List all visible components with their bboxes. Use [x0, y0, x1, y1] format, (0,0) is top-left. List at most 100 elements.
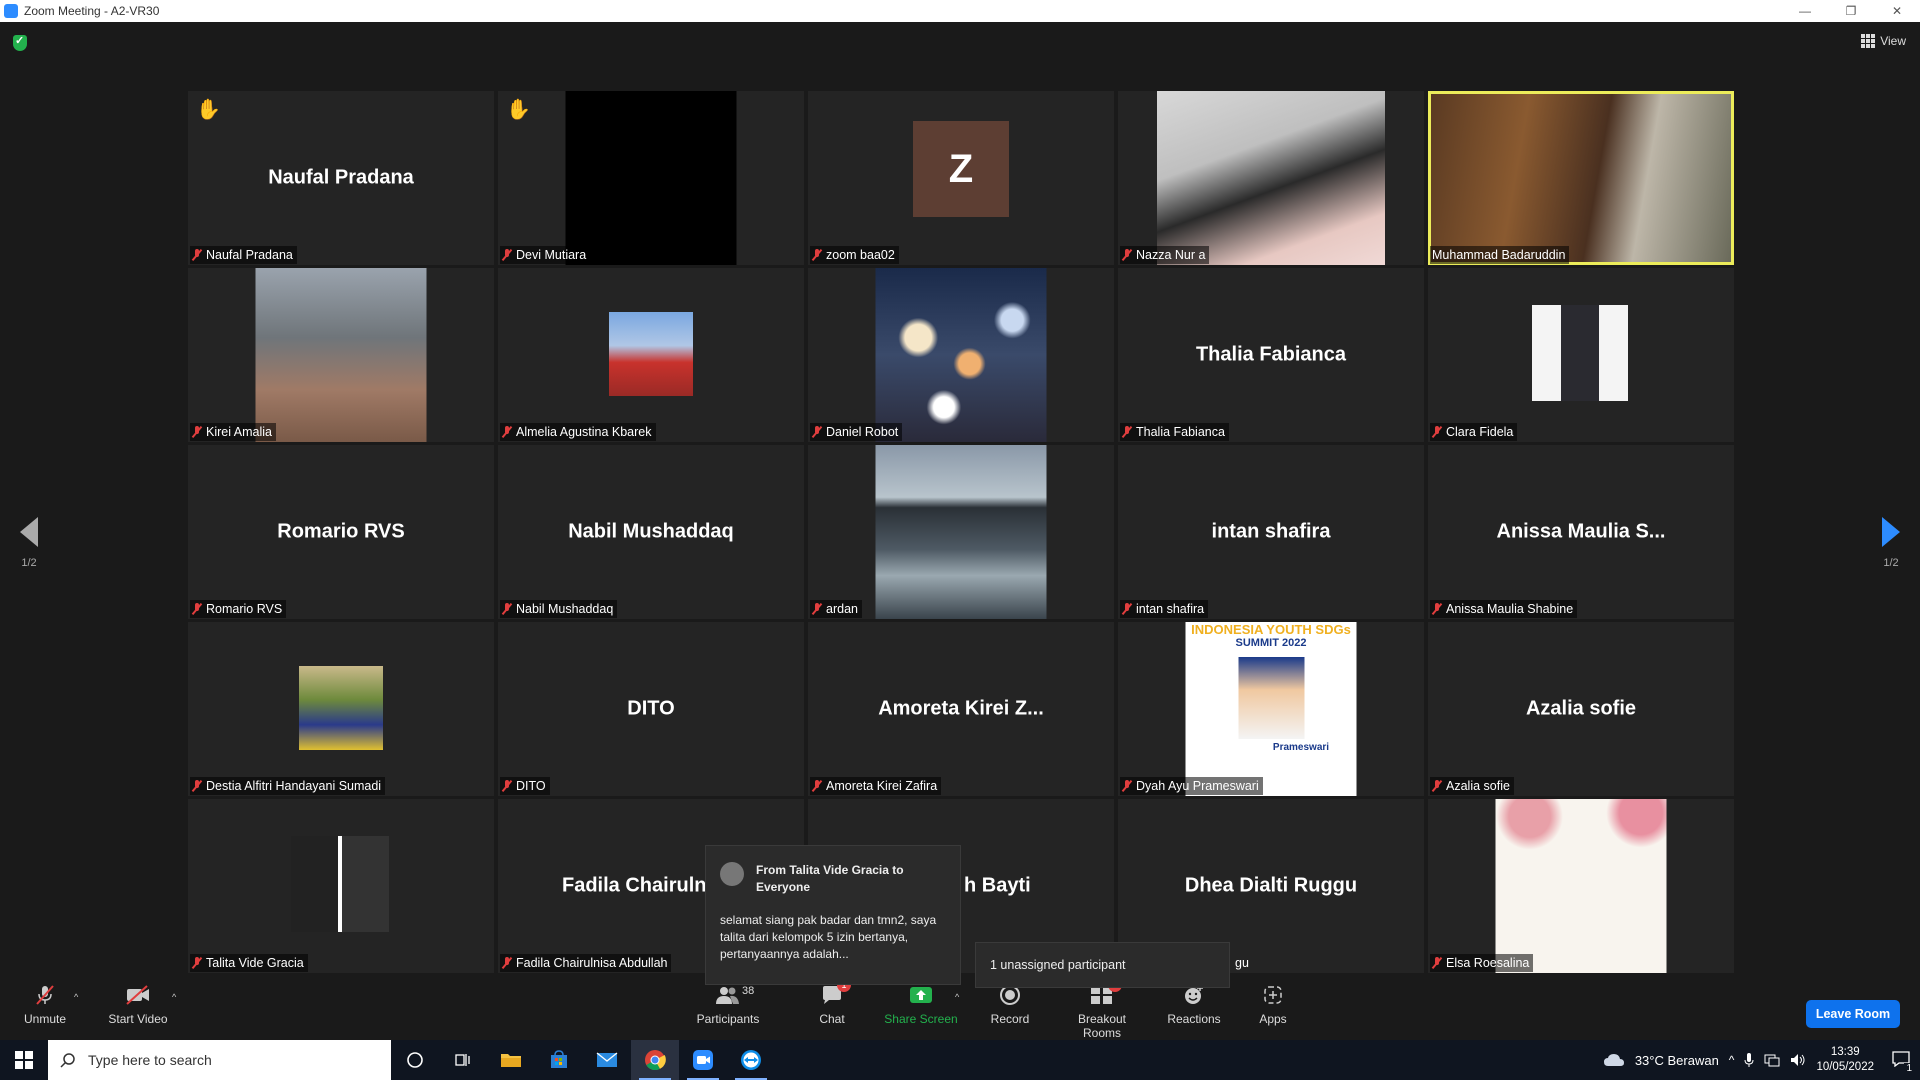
share-screen-button[interactable]: Share Screen: [884, 984, 958, 1026]
participant-tile[interactable]: ✋ Naufal Pradana Naufal Pradana: [188, 91, 494, 265]
weather-text[interactable]: 33°C Berawan: [1635, 1053, 1719, 1068]
network-icon[interactable]: [1764, 1053, 1780, 1067]
participant-tile[interactable]: Kirei Amalia: [188, 268, 494, 442]
video-off-icon: [106, 984, 170, 1006]
start-video-label: Start Video: [108, 1012, 168, 1026]
participant-tile[interactable]: ✋ Devi Mutiara: [498, 91, 804, 265]
participant-name: Devi Mutiara: [516, 248, 587, 262]
participants-button[interactable]: 38 Participants: [694, 984, 762, 1026]
participant-name: Anissa Maulia Shabine: [1446, 602, 1574, 616]
participant-label: Elsa Roesalina: [1430, 954, 1534, 972]
participant-tile[interactable]: Romario RVS Romario RVS: [188, 445, 494, 619]
participant-tile[interactable]: Elsa Roesalina: [1428, 799, 1734, 973]
clock-date: 10/05/2022: [1816, 1061, 1874, 1073]
reactions-button[interactable]: Reactions: [1166, 984, 1222, 1026]
video-grid: ✋ Naufal Pradana Naufal Pradana ✋ Devi M…: [188, 91, 1736, 973]
participant-name: Naufal Pradana: [206, 248, 293, 262]
chat-notification-popup[interactable]: From Talita Vide Gracia to Everyone sela…: [705, 845, 961, 985]
participant-name: Nabil Mushaddaq: [516, 602, 614, 616]
participant-tile-active-speaker[interactable]: Muhammad Badaruddin: [1428, 91, 1734, 265]
muted-mic-icon: [502, 780, 512, 792]
muted-microphone-icon: [22, 984, 68, 1006]
poster-name: Prameswari: [1272, 742, 1330, 753]
chrome-button[interactable]: [631, 1040, 679, 1080]
participant-tile[interactable]: Destia Alfitri Handayani Sumadi: [188, 622, 494, 796]
meeting-area: View 1/2 1/2 ✋ Naufal Pradana Naufal Pra…: [0, 22, 1920, 988]
muted-mic-icon: [1432, 603, 1442, 615]
muted-mic-icon: [192, 426, 202, 438]
participant-tile[interactable]: Nazza Nur a: [1118, 91, 1424, 265]
raised-hand-icon: ✋: [506, 99, 531, 121]
participant-tile[interactable]: INDONESIA YOUTH SDGs SUMMIT 2022 Pramesw…: [1118, 622, 1424, 796]
clock[interactable]: 13:39 10/05/2022: [1816, 1045, 1874, 1075]
participant-video: [875, 268, 1047, 442]
show-hidden-icons-chevron-icon[interactable]: ^: [1729, 1053, 1735, 1067]
task-view-button[interactable]: [439, 1040, 487, 1080]
notification-count: 1: [1904, 1062, 1914, 1074]
video-options-caret[interactable]: ^: [172, 992, 176, 1002]
apps-button[interactable]: Apps: [1256, 984, 1290, 1026]
previous-page-button[interactable]: 1/2: [9, 517, 49, 569]
participant-name: Elsa Roesalina: [1446, 956, 1530, 970]
participant-label: Destia Alfitri Handayani Sumadi: [190, 777, 386, 795]
participant-tile[interactable]: Amoreta Kirei Z... Amoreta Kirei Zafira: [808, 622, 1114, 796]
participants-icon: 38: [694, 984, 762, 1006]
participant-avatar-image: [299, 666, 383, 750]
participant-tile[interactable]: Z zoom baa02: [808, 91, 1114, 265]
leave-room-button[interactable]: Leave Room: [1806, 1000, 1900, 1028]
participant-tile[interactable]: Thalia Fabianca Thalia Fabianca: [1118, 268, 1424, 442]
participant-tile[interactable]: ardan: [808, 445, 1114, 619]
participant-name: Fadila Chairulnisa Abdullah: [516, 956, 668, 970]
teamviewer-icon: [741, 1050, 761, 1070]
volume-icon[interactable]: [1790, 1053, 1806, 1067]
participant-tile[interactable]: intan shafira intan shafira: [1118, 445, 1424, 619]
muted-mic-icon: [502, 603, 512, 615]
participant-video: [875, 445, 1047, 619]
notification-center-button[interactable]: 1: [1892, 1050, 1914, 1074]
next-page-button[interactable]: 1/2: [1871, 517, 1911, 569]
minimize-button[interactable]: —: [1782, 0, 1828, 22]
participant-name: Amoreta Kirei Zafira: [826, 779, 938, 793]
participant-tile[interactable]: Talita Vide Gracia: [188, 799, 494, 973]
participant-label: Clara Fidela: [1430, 423, 1518, 441]
start-button[interactable]: [0, 1040, 48, 1080]
audio-options-caret[interactable]: ^: [74, 992, 78, 1002]
mail-button[interactable]: [583, 1040, 631, 1080]
share-options-caret[interactable]: ^: [955, 992, 959, 1002]
breakout-rooms-button[interactable]: 1 Breakout Rooms: [1058, 978, 1146, 1040]
participant-label: Dyah Ayu Prameswari: [1120, 777, 1263, 795]
clock-time: 13:39: [1830, 1046, 1860, 1058]
participant-tile[interactable]: Clara Fidela: [1428, 268, 1734, 442]
record-button[interactable]: Record: [988, 984, 1032, 1026]
participant-name: Clara Fidela: [1446, 425, 1514, 439]
participant-tile[interactable]: DITO DITO: [498, 622, 804, 796]
cortana-button[interactable]: [391, 1040, 439, 1080]
folder-icon: [501, 1054, 521, 1067]
chat-button[interactable]: 1 Chat: [812, 978, 852, 1026]
encryption-shield-icon[interactable]: [13, 34, 27, 51]
unmute-button[interactable]: Unmute: [22, 984, 68, 1026]
participant-label: zoom baa02: [810, 246, 899, 264]
close-button[interactable]: ✕: [1874, 0, 1920, 22]
taskbar-search-box[interactable]: Type here to search: [48, 1040, 391, 1080]
participant-tile[interactable]: Almelia Agustina Kbarek: [498, 268, 804, 442]
view-button[interactable]: View: [1861, 34, 1906, 48]
participant-tile[interactable]: Nabil Mushaddaq Nabil Mushaddaq: [498, 445, 804, 619]
muted-mic-icon: [812, 426, 822, 438]
participant-name: Kirei Amalia: [206, 425, 272, 439]
microsoft-store-button[interactable]: [535, 1040, 583, 1080]
participant-tile[interactable]: Daniel Robot: [808, 268, 1114, 442]
participant-tile[interactable]: Anissa Maulia S... Anissa Maulia Shabine: [1428, 445, 1734, 619]
mail-envelope-icon: [596, 1052, 618, 1067]
windows-logo-icon: [15, 1051, 33, 1069]
zoom-taskbar-button[interactable]: [679, 1040, 727, 1080]
restore-button[interactable]: ❐: [1828, 0, 1874, 22]
unassigned-participant-notice[interactable]: 1 unassigned participant: [975, 942, 1230, 988]
participant-label: Nazza Nur a: [1120, 246, 1210, 264]
start-video-button[interactable]: Start Video: [106, 984, 170, 1026]
microphone-tray-icon[interactable]: [1744, 1052, 1754, 1068]
teamviewer-button[interactable]: [727, 1040, 775, 1080]
page-indicator-right: 1/2: [1883, 557, 1899, 569]
participant-tile[interactable]: Azalia sofie Azalia sofie: [1428, 622, 1734, 796]
file-explorer-button[interactable]: [487, 1040, 535, 1080]
